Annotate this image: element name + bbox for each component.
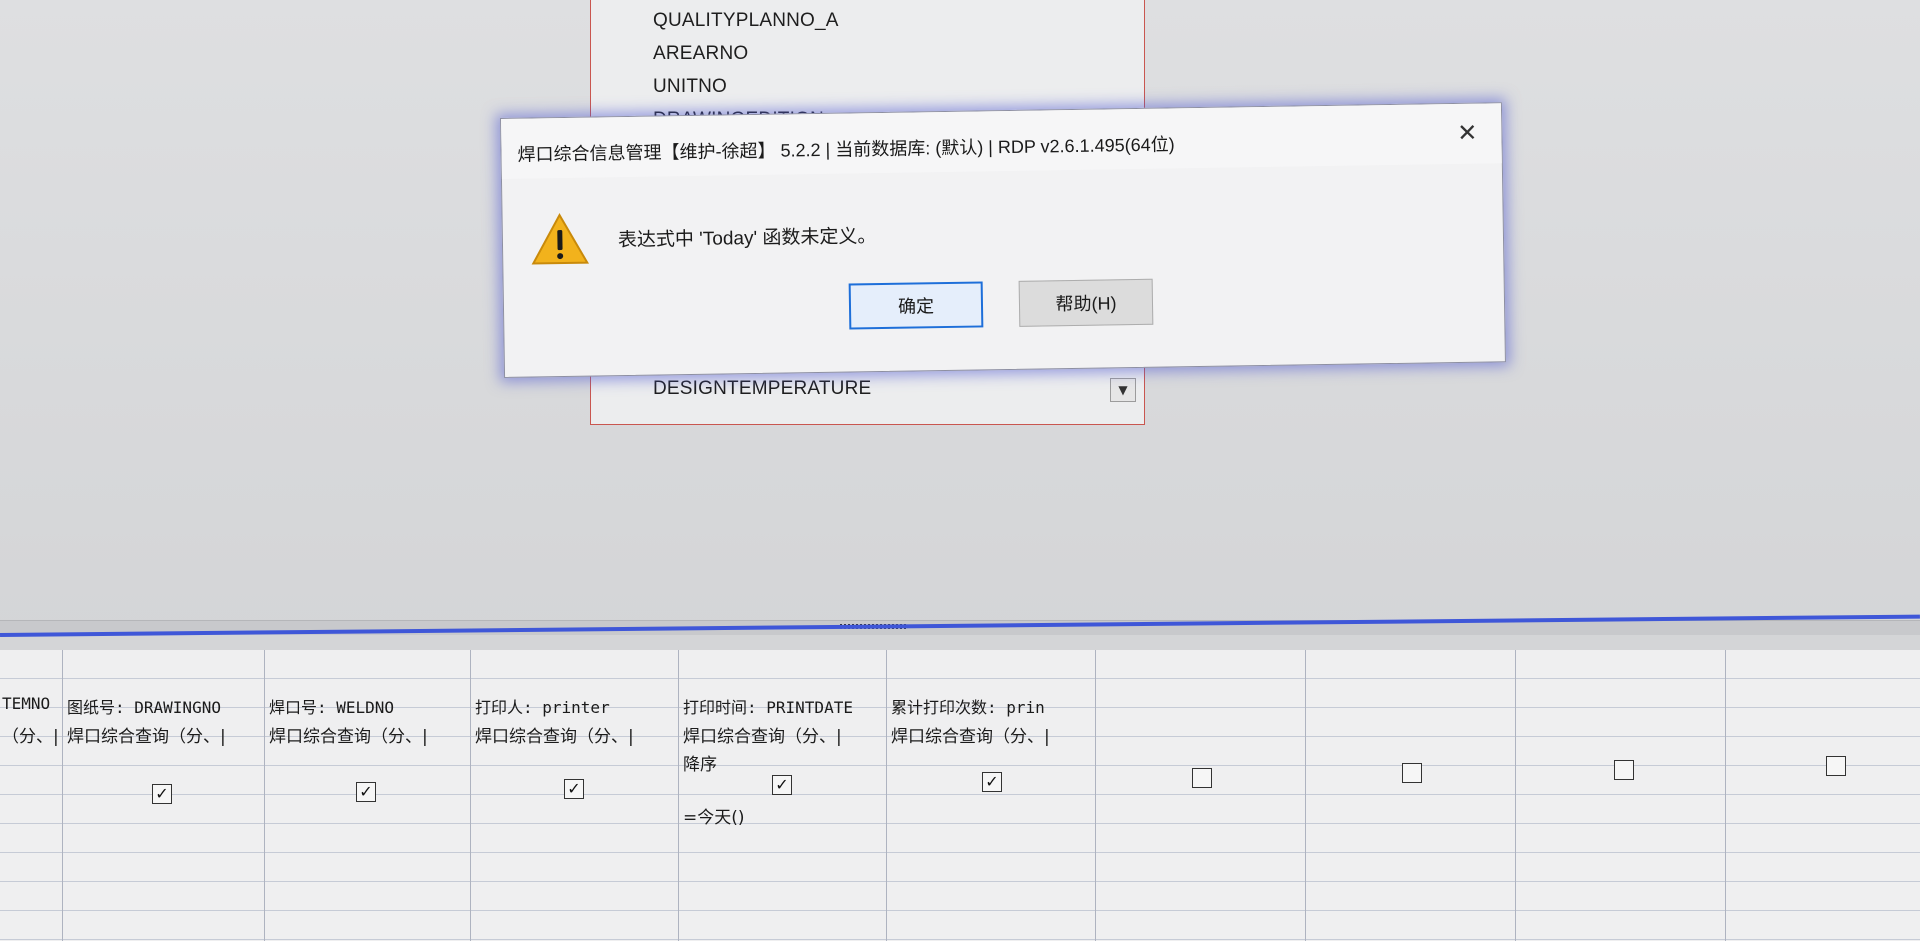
column-divider xyxy=(62,650,63,941)
query-design-grid: TEMNO （分、| 图纸号: DRAWINGNO 焊口综合查询（分、| ✓ 焊… xyxy=(0,650,1920,941)
dropdown-arrow-icon[interactable]: ▼ xyxy=(1110,378,1136,402)
column-divider xyxy=(1305,650,1306,941)
grid-source-cell[interactable]: 焊口综合查询（分、| xyxy=(891,722,1092,747)
close-button[interactable]: ✕ xyxy=(1447,113,1488,152)
screen: QUALITYPLANNO_A AREARNO UNITNO DRAWINGED… xyxy=(0,0,1920,941)
column-divider xyxy=(678,650,679,941)
column-divider xyxy=(1515,650,1516,941)
grid-source-cell[interactable]: 焊口综合查询（分、| xyxy=(67,722,261,747)
grid-source-cell[interactable]: 焊口综合查询（分、| xyxy=(475,722,675,747)
show-checkbox[interactable] xyxy=(1192,768,1212,788)
show-checkbox[interactable] xyxy=(1614,760,1634,780)
grid-field-cell[interactable]: 打印人: printer xyxy=(475,694,675,718)
column-divider xyxy=(470,650,471,941)
show-checkbox[interactable]: ✓ xyxy=(772,775,792,795)
column-divider xyxy=(1725,650,1726,941)
close-icon: ✕ xyxy=(1457,118,1478,147)
dialog-titlebar[interactable]: 焊口综合信息管理【维护-徐超】 5.2.2 | 当前数据库: (默认) | RD… xyxy=(501,103,1502,179)
grid-field-cell[interactable]: 图纸号: DRAWINGNO xyxy=(67,694,261,718)
grid-source-cell[interactable]: 焊口综合查询（分、| xyxy=(269,722,467,747)
dialog-message: 表达式中 'Today' 函数未定义。 xyxy=(617,226,877,252)
column-divider xyxy=(886,650,887,941)
show-checkbox[interactable]: ✓ xyxy=(152,784,172,804)
ok-button[interactable]: 确定 xyxy=(848,281,984,330)
show-checkbox[interactable]: ✓ xyxy=(356,782,376,802)
help-button[interactable]: 帮助(H) xyxy=(1018,278,1154,327)
warning-icon xyxy=(531,213,590,265)
field-combo-value[interactable]: DESIGNTEMPERATURE xyxy=(653,378,871,400)
show-checkbox[interactable] xyxy=(1826,756,1846,776)
grid-field-cell[interactable]: 焊口号: WELDNO xyxy=(269,694,467,718)
dialog-title: 焊口综合信息管理【维护-徐超】 5.2.2 | 当前数据库: (默认) | RD… xyxy=(517,134,1175,165)
grid-field-cell[interactable]: 打印时间: PRINTDATE xyxy=(683,694,883,718)
grid-sort-cell[interactable]: 降序 xyxy=(683,750,717,775)
grid-criteria-cell[interactable]: =今天() xyxy=(683,803,745,828)
error-dialog: 焊口综合信息管理【维护-徐超】 5.2.2 | 当前数据库: (默认) | RD… xyxy=(500,102,1506,378)
column-divider xyxy=(264,650,265,941)
show-checkbox[interactable] xyxy=(1402,763,1422,783)
show-checkbox[interactable]: ✓ xyxy=(564,779,584,799)
field-list-item[interactable]: QUALITYPLANNO_A xyxy=(653,10,839,32)
grid-source-cell[interactable]: （分、| xyxy=(2,722,60,747)
field-list-item[interactable]: AREARNO xyxy=(653,43,748,65)
grid-field-cell[interactable]: TEMNO xyxy=(2,694,60,713)
show-checkbox[interactable]: ✓ xyxy=(982,772,1002,792)
grid-source-cell[interactable]: 焊口综合查询（分、| xyxy=(683,722,883,747)
field-list-item[interactable]: UNITNO xyxy=(653,76,727,98)
column-divider xyxy=(1095,650,1096,941)
grid-field-cell[interactable]: 累计打印次数: prin xyxy=(891,694,1092,718)
